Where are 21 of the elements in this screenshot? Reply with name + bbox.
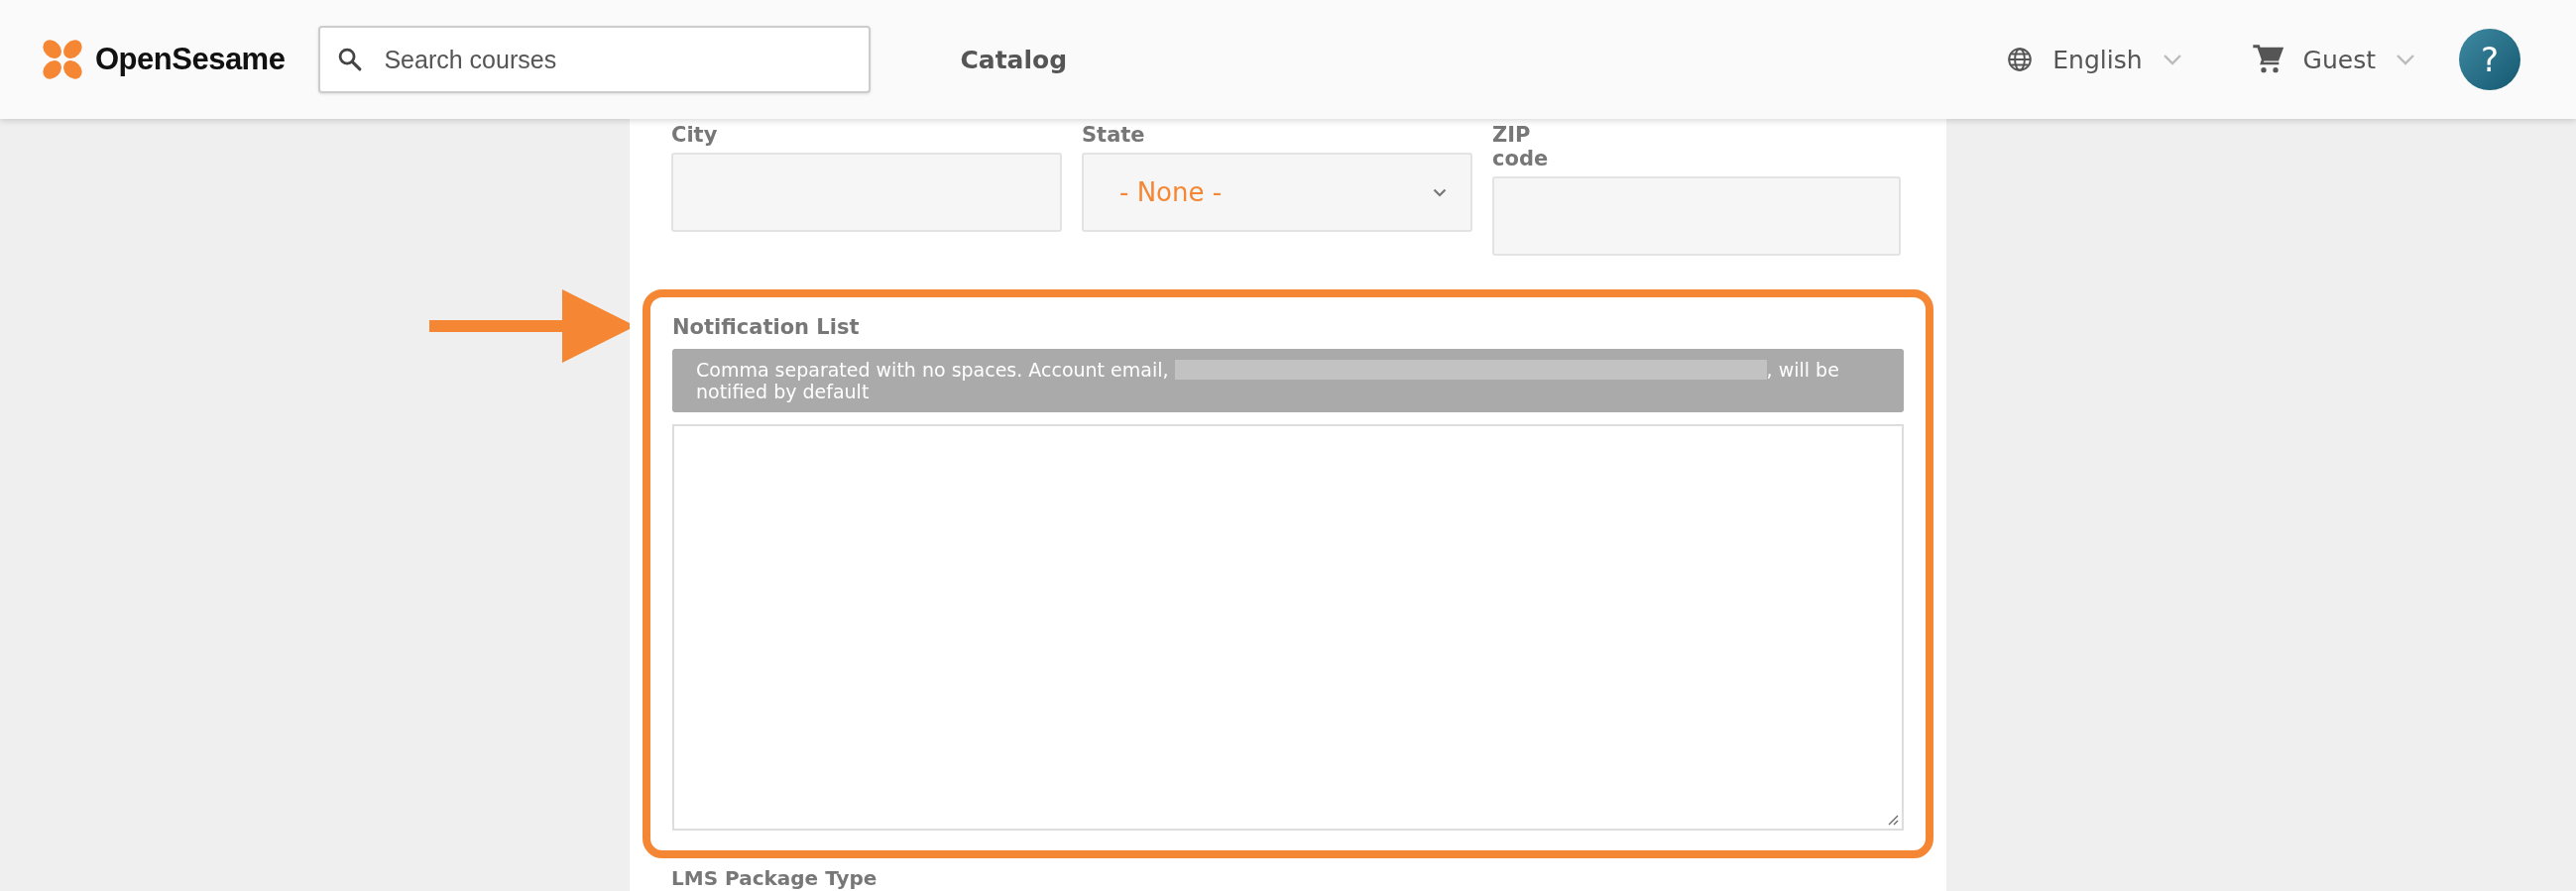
field-label: Notification List xyxy=(672,315,861,339)
resize-handle-icon[interactable] xyxy=(1887,814,1899,826)
text-field[interactable] xyxy=(671,153,1062,232)
user-menu[interactable]: Guest xyxy=(2302,45,2376,74)
help-button[interactable]: ? xyxy=(2459,29,2520,90)
field-label: LMS Package Type xyxy=(671,866,878,890)
nav-link[interactable]: Catalog xyxy=(960,45,1068,74)
cart-icon[interactable] xyxy=(2251,44,2283,75)
logo-icon[interactable] xyxy=(40,37,85,82)
search-field[interactable]: Search courses xyxy=(318,26,872,93)
help-text: Comma separated with no spaces. Account email, , will be notified by default xyxy=(672,349,1904,412)
globe-icon[interactable] xyxy=(2007,47,2034,72)
logo-wordmark[interactable]: OpenSesame xyxy=(95,42,286,77)
text-field[interactable] xyxy=(1492,176,1901,256)
chevron-down-icon[interactable] xyxy=(2396,54,2415,65)
chevron-down-icon[interactable] xyxy=(2162,54,2182,65)
field-label: City xyxy=(671,123,719,147)
language-selector[interactable]: English xyxy=(2052,45,2143,74)
field-label: State xyxy=(1082,123,1146,147)
field-label: ZIP code xyxy=(1492,123,1550,170)
chevron-down-icon xyxy=(1433,187,1447,197)
